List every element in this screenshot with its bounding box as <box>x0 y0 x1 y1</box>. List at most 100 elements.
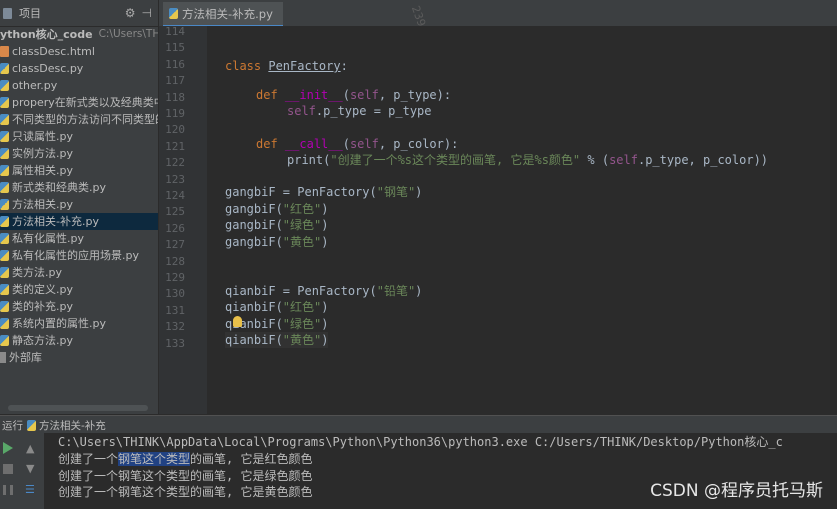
file-item-label: 新式类和经典类.py <box>12 181 106 194</box>
file-item[interactable]: 方法相关.py <box>0 196 158 213</box>
file-item[interactable]: 类方法.py <box>0 264 158 281</box>
external-libraries[interactable]: 外部库 <box>0 349 158 366</box>
file-item[interactable]: 只读属性.py <box>0 128 158 145</box>
lightbulb-icon[interactable] <box>233 316 242 327</box>
project-panel-title[interactable]: 项目 <box>19 5 41 21</box>
file-item[interactable]: 系统内置的属性.py <box>0 315 158 332</box>
file-item[interactable]: 私有化属性.py <box>0 230 158 247</box>
python-file-icon <box>0 63 9 74</box>
line-number: 114 <box>165 25 185 38</box>
project-icon <box>3 7 12 19</box>
project-panel: 项目 ⚙ ⊣ ython核心_code C:\Users\THIN classD… <box>0 0 159 414</box>
stop-icon[interactable] <box>3 464 13 474</box>
run-panel-header: 运行 方法相关-补充 <box>0 415 837 434</box>
gear-icon[interactable]: ⚙ <box>125 6 136 20</box>
file-item[interactable]: 静态方法.py <box>0 332 158 349</box>
file-item-label: 类方法.py <box>12 266 62 279</box>
file-item[interactable]: 私有化属性的应用场景.py <box>0 247 158 264</box>
python-file-icon <box>0 148 9 159</box>
file-item[interactable]: 类的补充.py <box>0 298 158 315</box>
code-line-127: gangbiF("黄色") <box>225 235 329 249</box>
line-number: 129 <box>165 271 185 284</box>
file-item[interactable]: classDesc.py <box>0 60 158 77</box>
file-tree: ython核心_code C:\Users\THIN classDesc.htm… <box>0 26 158 366</box>
run-toolbar: ▲ ▼ ☰ <box>0 433 44 509</box>
python-file-icon <box>0 216 9 227</box>
html-file-icon <box>0 46 9 57</box>
run-config-name[interactable]: 方法相关-补充 <box>39 418 106 433</box>
hide-panel-icon[interactable]: ⊣ <box>142 6 152 20</box>
file-item-label: 类的补充.py <box>12 300 73 313</box>
file-item-label: 属性相关.py <box>12 164 73 177</box>
file-item[interactable]: other.py <box>0 77 158 94</box>
project-root-name: ython核心_code <box>0 28 93 41</box>
code-line-125: gangbiF("红色") <box>225 202 329 216</box>
code-line-126: gangbiF("绿色") <box>225 218 329 232</box>
file-item-label: 私有化属性.py <box>12 232 84 245</box>
file-item[interactable]: 类的定义.py <box>0 281 158 298</box>
line-number: 130 <box>165 287 185 301</box>
file-item-label: 方法相关-补充.py <box>12 215 99 228</box>
tab-label: 方法相关-补充.py <box>182 6 273 21</box>
arrow-down-icon[interactable]: ▼ <box>26 462 40 475</box>
line-number: 125 <box>165 205 185 219</box>
line-number: 122 <box>165 156 185 170</box>
line-number: 123 <box>165 172 185 186</box>
run-icon[interactable] <box>3 442 13 454</box>
code-line-122: print("创建了一个%s这个类型的画笔, 它是%s颜色" % (self.p… <box>287 153 769 167</box>
console-output-1: 创建了一个钢笔这个类型的画笔, 它是红色颜色 <box>58 452 313 466</box>
file-item[interactable]: classDesc.html <box>0 43 158 60</box>
line-number: 116 <box>165 57 185 71</box>
file-item[interactable]: 实例方法.py <box>0 145 158 162</box>
file-item[interactable]: 新式类和经典类.py <box>0 179 158 196</box>
line-number: 121 <box>165 139 185 153</box>
file-item-label: other.py <box>12 79 58 92</box>
file-item[interactable]: propery在新式类以及经典类中 <box>0 94 158 111</box>
sidebar-scrollbar[interactable] <box>8 405 148 411</box>
file-item-label: 不同类型的方法访问不同类型的 <box>12 113 158 126</box>
python-file-icon <box>0 80 9 91</box>
line-number: 117 <box>165 74 185 88</box>
file-item-label: classDesc.html <box>12 45 95 58</box>
file-item[interactable]: 方法相关-补充.py <box>0 213 158 230</box>
editor-tab-bar: 方法相关-补充.py 23907719 <box>159 0 837 61</box>
python-file-icon <box>0 165 9 176</box>
soft-wrap-icon[interactable]: ☰ <box>25 483 39 496</box>
python-file-icon <box>0 284 9 295</box>
pause-icon[interactable] <box>3 485 13 495</box>
python-file-icon <box>0 182 9 193</box>
project-panel-header: 项目 ⚙ ⊣ <box>0 0 158 27</box>
console-output-2: 创建了一个钢笔这个类型的画笔, 它是绿色颜色 <box>58 469 313 483</box>
python-file-icon <box>169 8 178 19</box>
arrow-up-icon[interactable]: ▲ <box>26 442 40 455</box>
line-number: 128 <box>165 254 185 268</box>
python-file-icon <box>0 318 9 329</box>
file-item-label: classDesc.py <box>12 62 84 75</box>
file-item[interactable]: 属性相关.py <box>0 162 158 179</box>
line-number: 133 <box>165 336 185 350</box>
file-item-label: 私有化属性的应用场景.py <box>12 249 139 262</box>
python-file-icon <box>0 335 9 346</box>
file-item-label: 类的定义.py <box>12 283 73 296</box>
external-libraries-label: 外部库 <box>9 351 42 364</box>
file-item-label: propery在新式类以及经典类中 <box>12 96 158 109</box>
code-line-119: self.p_type = p_type <box>287 104 432 118</box>
file-item[interactable]: 不同类型的方法访问不同类型的 <box>0 111 158 128</box>
code-line-131: qianbiF("红色") <box>225 300 329 314</box>
library-icon <box>0 352 6 363</box>
csdn-watermark: CSDN @程序员托马斯 <box>650 481 823 501</box>
line-number: 115 <box>165 41 185 55</box>
line-number: 131 <box>165 303 185 317</box>
code-editor[interactable]: class PenFactory: def __init__(self, p_t… <box>207 26 837 414</box>
line-number: 120 <box>165 123 185 137</box>
project-root[interactable]: ython核心_code C:\Users\THIN <box>0 26 158 43</box>
code-line-118: def __init__(self, p_type): <box>256 88 452 102</box>
python-file-icon <box>0 97 9 108</box>
run-panel-title[interactable]: 运行 <box>2 418 23 433</box>
file-item-label: 系统内置的属性.py <box>12 317 106 330</box>
python-file-icon <box>0 267 9 278</box>
code-line-133: qianbiF("黄色") <box>225 332 329 349</box>
python-file-icon <box>0 301 9 312</box>
file-item-label: 只读属性.py <box>12 130 73 143</box>
code-line-124: gangbiF = PenFactory("钢笔") <box>225 185 423 199</box>
